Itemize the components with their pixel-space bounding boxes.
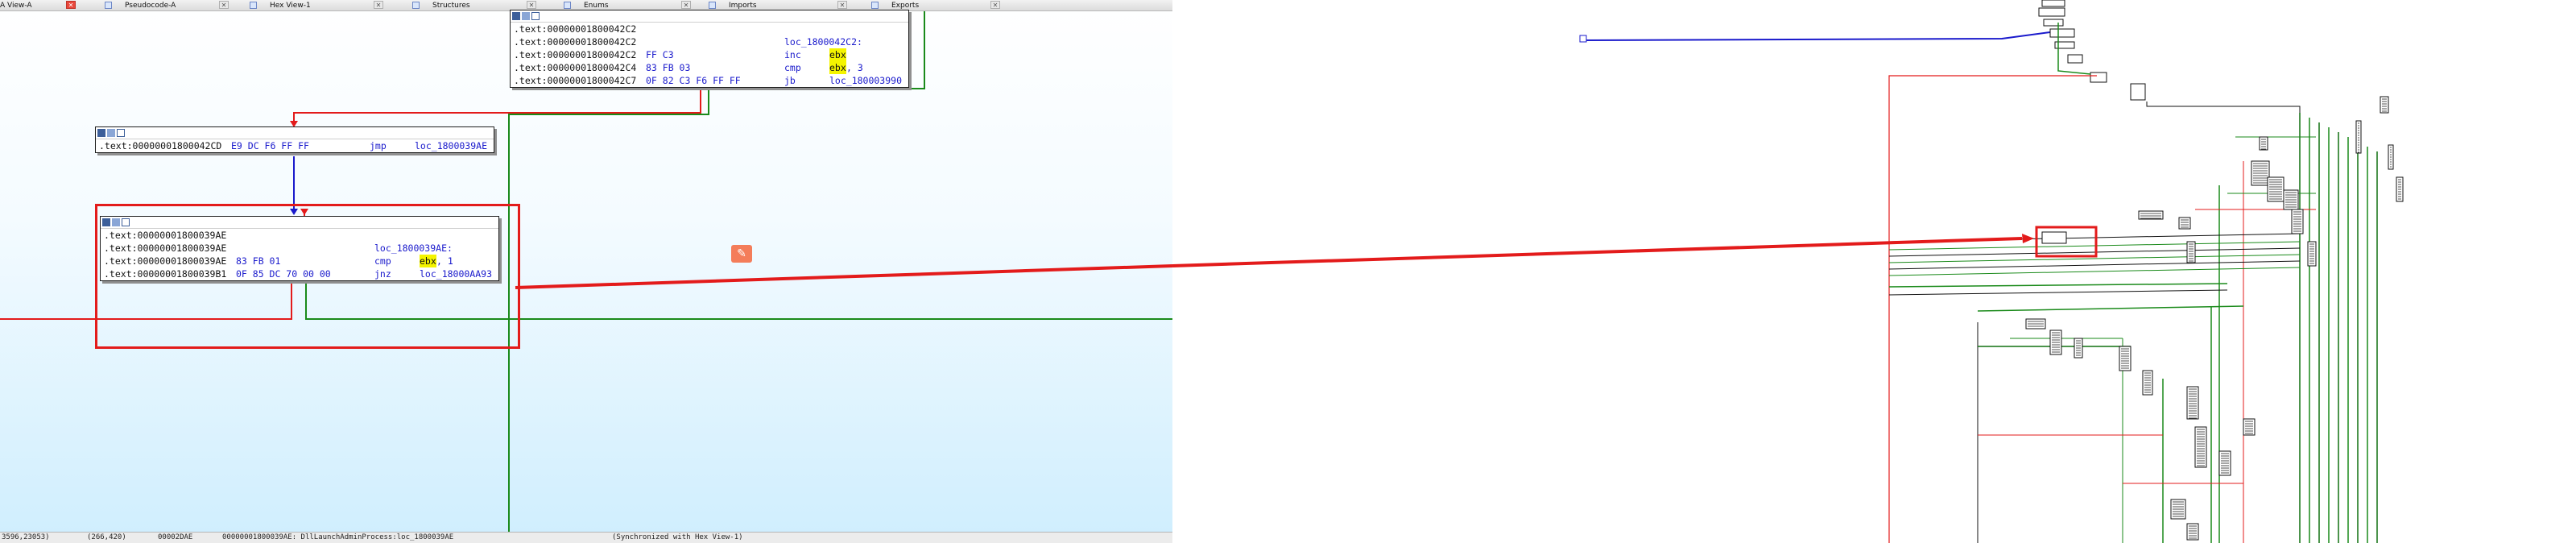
edge-true xyxy=(508,89,709,532)
status-sync: (Synchronized with Hex View-1) xyxy=(612,533,743,541)
overview-node xyxy=(2041,231,2067,244)
selection-highlight xyxy=(95,204,520,349)
group-icon[interactable] xyxy=(107,129,115,137)
overview-node xyxy=(2067,54,2083,64)
asm-line[interactable]: .text:00000001800042C2 xyxy=(511,23,908,35)
pointer-line xyxy=(515,264,1172,289)
overview-edge xyxy=(1888,289,2228,296)
status-coords: 3596,23053) xyxy=(2,533,50,541)
overview-node xyxy=(1579,35,1587,43)
overview-edge xyxy=(2146,102,2301,113)
graph-icon[interactable] xyxy=(531,12,540,20)
status-zoom-coords: (266,420) xyxy=(87,533,126,541)
status-offset: 00002DAE xyxy=(158,533,193,541)
overview-node xyxy=(2049,28,2075,38)
overview-node xyxy=(2138,210,2164,220)
asm-line[interactable]: .text:00000001800042C7 0F 82 C3 F6 FF FF… xyxy=(511,74,908,87)
color-icon[interactable] xyxy=(512,12,520,20)
overview-node xyxy=(2186,241,2196,263)
overview-node xyxy=(2130,83,2146,101)
node-titlebar[interactable] xyxy=(511,10,908,23)
overview-node xyxy=(2090,72,2107,83)
overview-node xyxy=(2041,0,2065,7)
graph-view-pane[interactable]: A View-A ✕ Pseudocode-A ✕ Hex View-1 ✕ S… xyxy=(0,0,1172,543)
status-location: 00000001800039AE: DllLaunchAdminProcess:… xyxy=(222,533,454,541)
asm-line[interactable]: .text:00000001800042C2 FF C3 inc ebx xyxy=(511,48,908,61)
overview-node xyxy=(2259,136,2268,151)
asm-line[interactable]: .text:00000001800042C2 loc_1800042C2: xyxy=(511,35,908,48)
overview-edge xyxy=(1888,267,2301,276)
edit-icon[interactable]: ✎ xyxy=(731,245,752,263)
overview-edge xyxy=(1888,283,2228,288)
overview-edge xyxy=(1977,305,2244,312)
overview-node xyxy=(2043,19,2064,27)
color-icon[interactable] xyxy=(97,129,105,137)
asm-line[interactable]: .text:00000001800042CD E9 DC F6 FF FF jm… xyxy=(96,139,494,152)
basic-block-loc_1800042C2[interactable]: .text:00000001800042C2 .text:00000001800… xyxy=(510,10,909,88)
graph-overview[interactable] xyxy=(1172,0,2576,543)
overview-edge xyxy=(1888,260,2301,270)
graph-overview-pane[interactable] xyxy=(1172,0,2576,543)
overview-node xyxy=(2194,426,2207,468)
graph-icon[interactable] xyxy=(117,129,125,137)
pointer-arrowhead xyxy=(2022,234,2034,243)
pointer-line xyxy=(1172,237,2023,267)
node-titlebar[interactable] xyxy=(96,127,494,139)
overview-edge xyxy=(1582,31,2051,42)
overview-edge xyxy=(1888,241,2301,251)
asm-line[interactable]: .text:00000001800042C4 83 FB 03 cmp ebx … xyxy=(511,61,908,74)
group-icon[interactable] xyxy=(522,12,530,20)
basic-block-jmp[interactable]: .text:00000001800042CD E9 DC F6 FF FF jm… xyxy=(95,126,494,153)
overview-node xyxy=(2038,7,2065,17)
status-bar: 3596,23053) (266,420) 00002DAE 000000018… xyxy=(0,532,1172,543)
edge-false xyxy=(293,89,701,122)
